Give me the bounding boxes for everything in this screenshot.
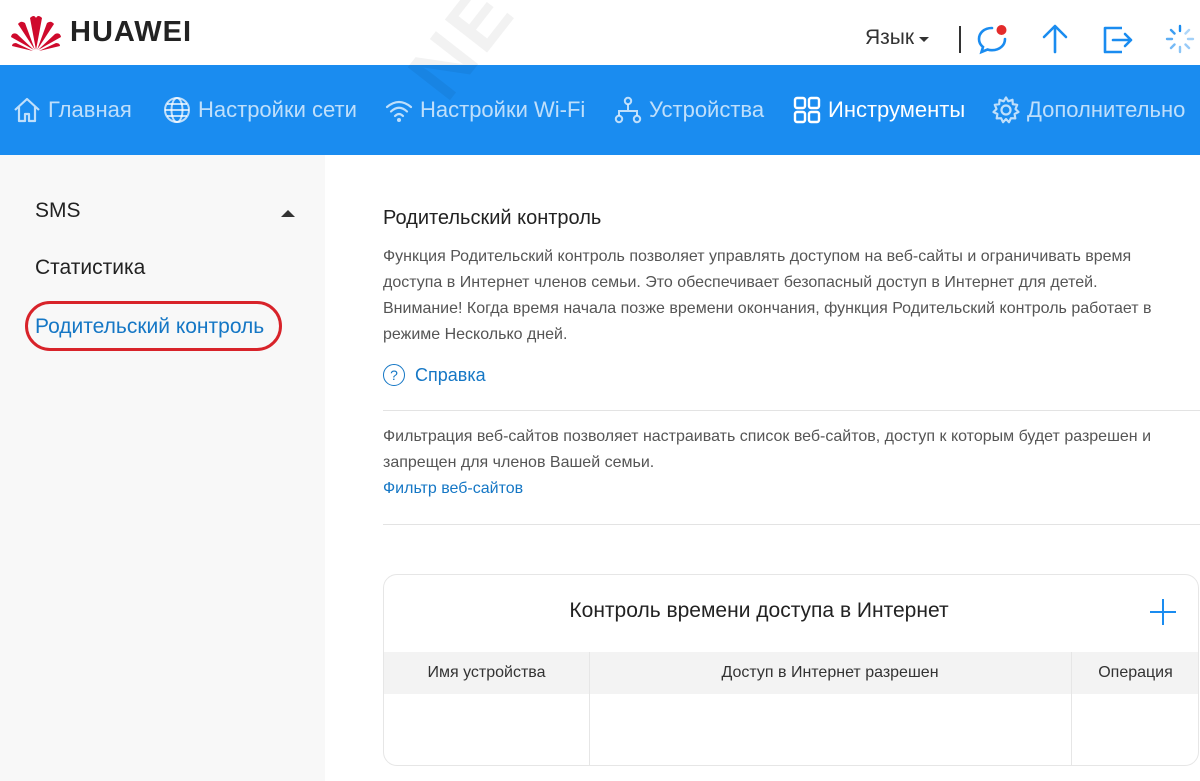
- filter-description: Фильтрация веб-сайтов позволяет настраив…: [383, 424, 1198, 476]
- chat-bubble-icon[interactable]: [975, 22, 1009, 56]
- nav-label: Настройки сети: [198, 97, 357, 122]
- gear-icon: [992, 96, 1020, 124]
- wifi-icon: [385, 100, 413, 122]
- language-selector[interactable]: Язык: [865, 26, 930, 50]
- main-nav: Главная Настройки сети Настройки Wi-Fi У…: [0, 65, 1200, 155]
- sidebar: [0, 155, 325, 781]
- website-filter-link[interactable]: Фильтр веб-сайтов: [383, 480, 523, 498]
- help-label: Справка: [415, 364, 486, 385]
- home-icon: [14, 97, 40, 123]
- column-divider: [589, 652, 590, 765]
- nav-item-devices[interactable]: Устройства: [613, 93, 764, 127]
- nav-item-tools[interactable]: Инструменты: [792, 93, 965, 127]
- description-line: доступа в Интернет членов семьи. Это обе…: [383, 274, 1098, 291]
- section-divider: [383, 410, 1200, 411]
- huawei-flower-icon: [11, 16, 61, 51]
- highlight-annotation: [25, 301, 282, 351]
- nav-label: Дополнительно: [1027, 97, 1186, 122]
- help-link[interactable]: ? Справка: [383, 364, 486, 386]
- nav-item-wifi-settings[interactable]: Настройки Wi-Fi: [384, 93, 585, 127]
- sidebar-item-statistics[interactable]: Статистика: [35, 256, 145, 280]
- upload-arrow-icon[interactable]: [1038, 22, 1072, 56]
- filter-description-line: запрещен для членов Вашей семьи.: [383, 454, 655, 471]
- column-header-operation: Операция: [1098, 664, 1173, 681]
- chevron-up-icon[interactable]: [281, 210, 295, 217]
- description-line: Внимание! Когда время начала позже време…: [383, 300, 1152, 317]
- tools-grid-icon: [793, 96, 821, 124]
- description-line: Функция Родительский контроль позволяет …: [383, 248, 1132, 265]
- devices-icon: [614, 96, 642, 124]
- globe-icon: [164, 97, 190, 123]
- column-header-internet-access-allowed: Доступ в Интернет разрешен: [721, 664, 939, 681]
- column-divider: [1071, 652, 1072, 765]
- card-title-text: Контроль времени доступа в Интернет: [569, 599, 949, 622]
- column-header-device-name: Имя устройства: [427, 664, 546, 681]
- question-mark-icon: ?: [383, 364, 405, 386]
- logout-icon[interactable]: [1100, 22, 1134, 56]
- nav-label: Главная: [48, 97, 132, 122]
- filter-description-line: Фильтрация веб-сайтов позволяет настраив…: [383, 428, 1152, 445]
- sidebar-item-sms[interactable]: SMS: [35, 199, 81, 223]
- language-label: Язык: [865, 26, 915, 49]
- section-divider: [383, 524, 1200, 525]
- nav-item-home[interactable]: Главная: [12, 93, 132, 127]
- nav-item-advanced[interactable]: Дополнительно: [991, 93, 1185, 127]
- huawei-logo[interactable]: HUAWEI: [10, 12, 192, 52]
- description-line: режиме Несколько дней.: [383, 326, 568, 343]
- access-time-control-card: Контроль времени доступа в Интернет Имя …: [383, 574, 1199, 766]
- page-title: Родительский контроль: [383, 207, 602, 229]
- card-title: Контроль времени доступа в Интернет: [384, 599, 1144, 623]
- chevron-down-icon: [919, 37, 930, 42]
- table-header: Имя устройства Доступ в Интернет разреше…: [384, 652, 1198, 694]
- header-divider: [959, 26, 961, 53]
- add-rule-button[interactable]: [1150, 599, 1176, 625]
- nav-item-network-settings[interactable]: Настройки сети: [162, 93, 357, 127]
- nav-label: Настройки Wi-Fi: [420, 97, 586, 122]
- loading-spinner-icon: [1165, 24, 1195, 54]
- top-header: HUAWEI Язык: [0, 0, 1200, 65]
- nav-label: Устройства: [649, 97, 765, 122]
- brand-name: HUAWEI: [70, 15, 192, 48]
- nav-label: Инструменты: [828, 97, 966, 122]
- page-description: Функция Родительский контроль позволяет …: [383, 244, 1198, 348]
